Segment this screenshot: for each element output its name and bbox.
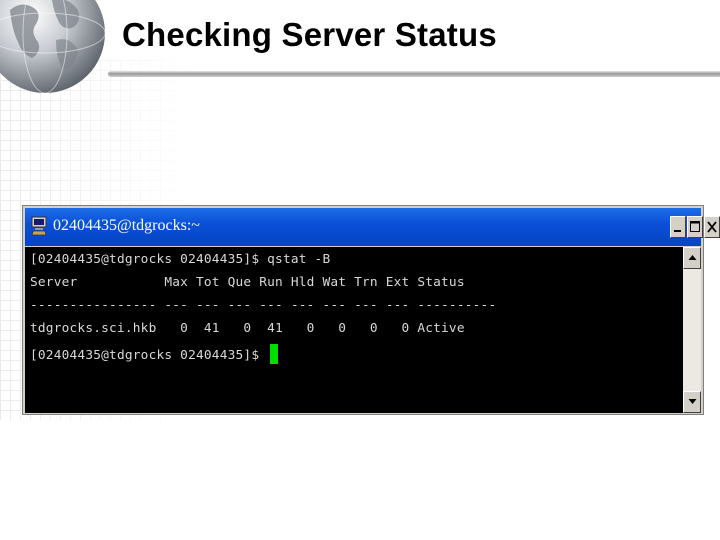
window-titlebar[interactable]: 02404435@tdgrocks:~: [25, 208, 720, 246]
terminal-window: 02404435@tdgrocks:~ [02404435@tdgrocks 0…: [22, 205, 720, 415]
globe-icon: [0, 0, 106, 94]
scroll-down-button[interactable]: [683, 391, 701, 413]
terminal-line: Server Max Tot Que Run Hld Wat Trn Ext S…: [30, 275, 465, 290]
slide-title: Checking Server Status: [122, 16, 497, 53]
close-button[interactable]: [704, 216, 720, 238]
maximize-icon: [690, 221, 700, 232]
close-icon: [707, 221, 717, 233]
arrow-up-icon: [688, 255, 697, 260]
terminal-line: ---------------- --- --- --- --- --- ---…: [30, 298, 497, 313]
vertical-scrollbar[interactable]: [683, 247, 701, 413]
minimize-button[interactable]: [670, 216, 686, 238]
terminal-cursor: [270, 344, 279, 364]
minimize-icon: [674, 230, 681, 232]
terminal-line: tdgrocks.sci.hkb 0 41 0 41 0 0 0 0 Activ…: [30, 321, 465, 336]
terminal-line: [02404435@tdgrocks 02404435]$ qstat -B: [30, 252, 331, 267]
title-divider: [108, 71, 720, 77]
terminal-prompt-line[interactable]: [02404435@tdgrocks 02404435]$: [30, 344, 279, 364]
scroll-up-button[interactable]: [683, 247, 701, 269]
terminal-app-icon[interactable]: [30, 216, 48, 236]
window-title: 02404435@tdgrocks:~: [53, 217, 200, 234]
maximize-button[interactable]: [687, 216, 703, 238]
terminal-prompt: [02404435@tdgrocks 02404435]$: [30, 348, 268, 363]
arrow-down-icon: [688, 399, 697, 404]
terminal-output[interactable]: [02404435@tdgrocks 02404435]$ qstat -B S…: [25, 247, 683, 413]
